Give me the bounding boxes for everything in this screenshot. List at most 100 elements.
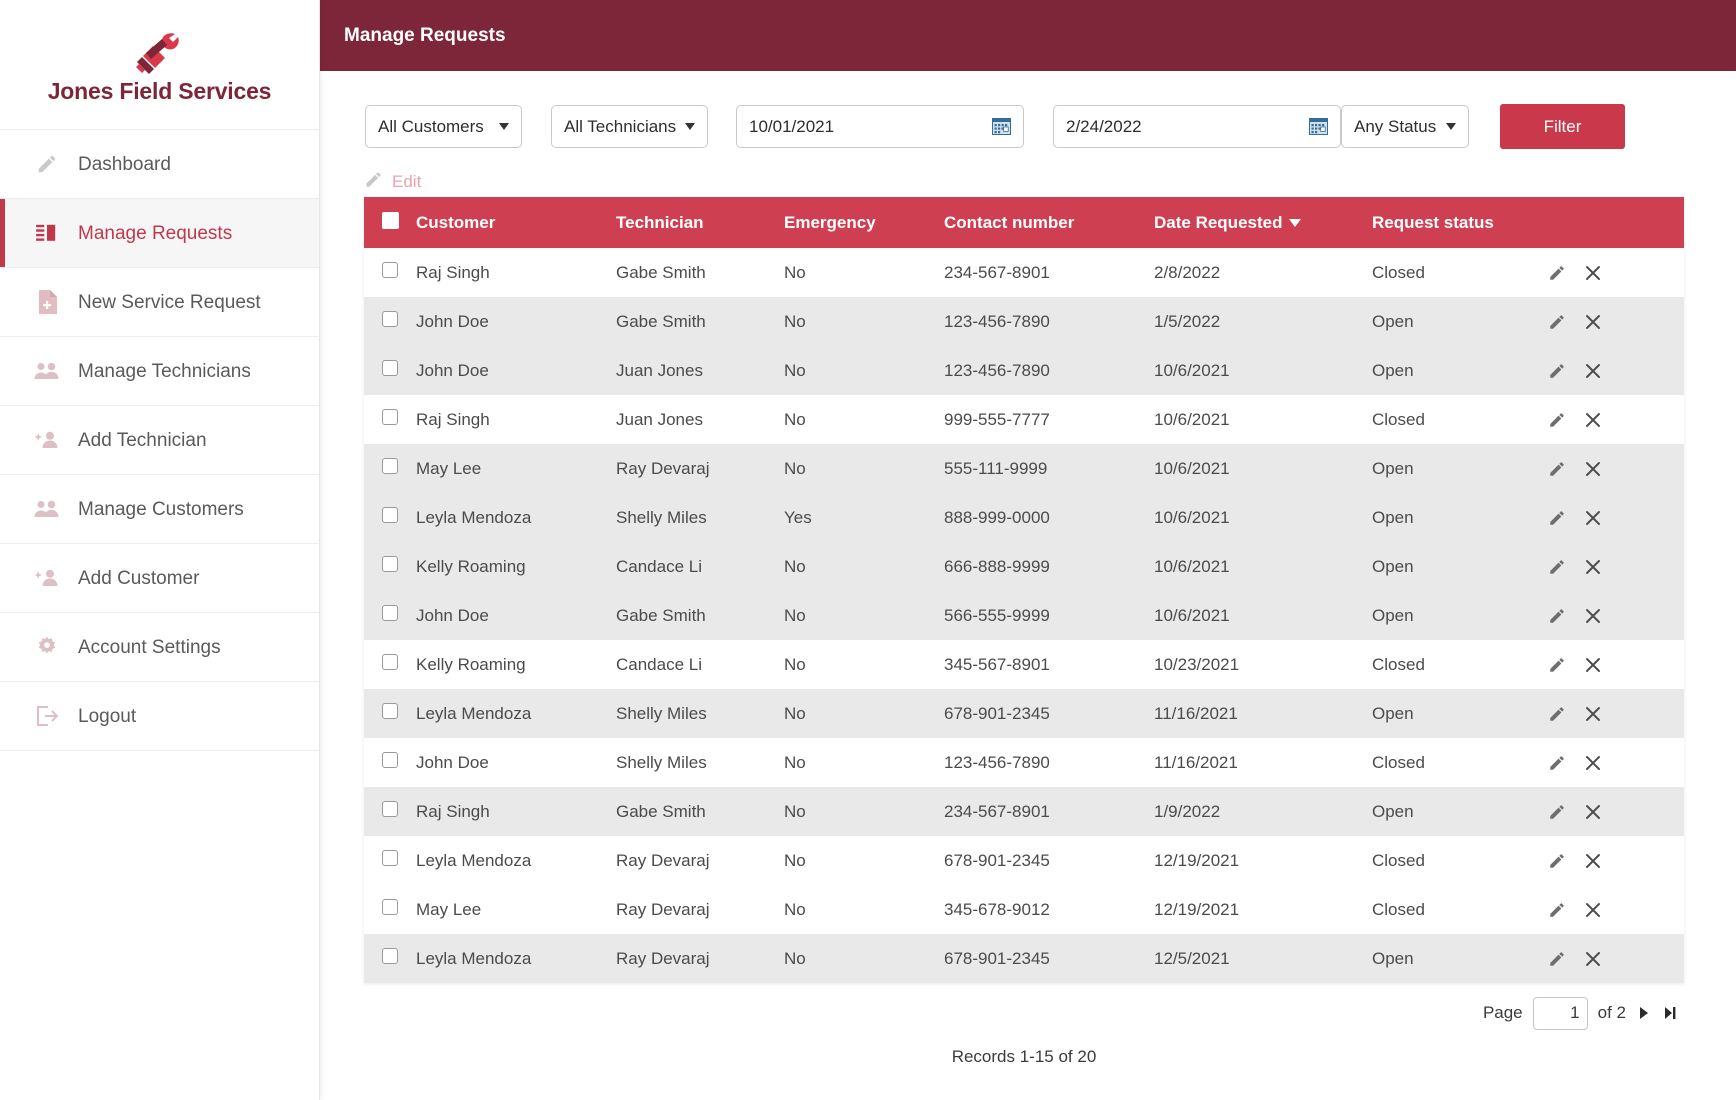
- technician-select[interactable]: All Technicians: [551, 105, 708, 148]
- row-checkbox[interactable]: [382, 752, 398, 768]
- date-to-input[interactable]: 2/24/2022: [1053, 105, 1341, 148]
- row-delete-close-x-icon[interactable]: [1584, 460, 1602, 478]
- row-delete-close-x-icon[interactable]: [1584, 950, 1602, 968]
- row-checkbox[interactable]: [382, 948, 398, 964]
- row-select-cell[interactable]: [364, 787, 416, 836]
- row-select-cell[interactable]: [364, 836, 416, 885]
- row-edit-pencil-icon[interactable]: [1548, 901, 1566, 919]
- row-checkbox[interactable]: [382, 556, 398, 572]
- table-row[interactable]: Leyla Mendoza Shelly Miles Yes 888-999-0000…: [364, 493, 1684, 542]
- column-header-technician[interactable]: Technician: [616, 197, 784, 248]
- row-checkbox[interactable]: [382, 605, 398, 621]
- row-delete-close-x-icon[interactable]: [1584, 264, 1602, 282]
- row-select-cell[interactable]: [364, 297, 416, 346]
- sidebar-item-manage-technicians[interactable]: Manage Technicians: [0, 337, 319, 406]
- row-edit-pencil-icon[interactable]: [1548, 950, 1566, 968]
- row-checkbox[interactable]: [382, 899, 398, 915]
- column-header-contact-number[interactable]: Contact number: [944, 197, 1154, 248]
- table-row[interactable]: May Lee Ray Devaraj No 555-111-9999 10/6/202…: [364, 444, 1684, 493]
- row-edit-pencil-icon[interactable]: [1548, 460, 1566, 478]
- row-checkbox[interactable]: [382, 458, 398, 474]
- row-delete-close-x-icon[interactable]: [1584, 362, 1602, 380]
- row-edit-pencil-icon[interactable]: [1548, 313, 1566, 331]
- column-header-request-status[interactable]: Request status: [1372, 197, 1542, 248]
- date-from-input[interactable]: 10/01/2021: [736, 105, 1024, 148]
- edit-button[interactable]: Edit: [364, 170, 421, 194]
- row-select-cell[interactable]: [364, 738, 416, 787]
- row-edit-pencil-icon[interactable]: [1548, 705, 1566, 723]
- select-all-header[interactable]: [364, 197, 416, 248]
- column-header-customer[interactable]: Customer: [416, 197, 616, 248]
- sidebar-item-manage-customers[interactable]: Manage Customers: [0, 475, 319, 544]
- sidebar-item-add-customer[interactable]: Add Customer: [0, 544, 319, 613]
- row-edit-pencil-icon[interactable]: [1548, 509, 1566, 527]
- row-edit-pencil-icon[interactable]: [1548, 852, 1566, 870]
- table-row[interactable]: Raj Singh Juan Jones No 999-555-7777 10/6/20…: [364, 395, 1684, 444]
- row-edit-pencil-icon[interactable]: [1548, 803, 1566, 821]
- row-edit-pencil-icon[interactable]: [1548, 558, 1566, 576]
- row-select-cell[interactable]: [364, 346, 416, 395]
- row-checkbox[interactable]: [382, 311, 398, 327]
- row-checkbox[interactable]: [382, 850, 398, 866]
- table-row[interactable]: Leyla Mendoza Ray Devaraj No 678-901-2345 12…: [364, 836, 1684, 885]
- row-delete-close-x-icon[interactable]: [1584, 705, 1602, 723]
- row-edit-pencil-icon[interactable]: [1548, 607, 1566, 625]
- row-select-cell[interactable]: [364, 934, 416, 983]
- sidebar-item-logout[interactable]: Logout: [0, 682, 319, 751]
- calendar-icon[interactable]: [1309, 117, 1328, 136]
- sidebar-item-manage-requests[interactable]: Manage Requests: [0, 199, 319, 268]
- customer-select[interactable]: All Customers: [365, 105, 522, 148]
- table-row[interactable]: John Doe Gabe Smith No 566-555-9999 10/6/202…: [364, 591, 1684, 640]
- row-select-cell[interactable]: [364, 542, 416, 591]
- row-edit-pencil-icon[interactable]: [1548, 362, 1566, 380]
- row-delete-close-x-icon[interactable]: [1584, 803, 1602, 821]
- sidebar-item-add-technician[interactable]: Add Technician: [0, 406, 319, 475]
- sidebar-item-new-service-request[interactable]: New Service Request: [0, 268, 319, 337]
- row-delete-close-x-icon[interactable]: [1584, 901, 1602, 919]
- row-edit-pencil-icon[interactable]: [1548, 754, 1566, 772]
- row-delete-close-x-icon[interactable]: [1584, 852, 1602, 870]
- row-select-cell[interactable]: [364, 248, 416, 297]
- table-row[interactable]: John Doe Gabe Smith No 123-456-7890 1/5/2022…: [364, 297, 1684, 346]
- table-row[interactable]: Raj Singh Gabe Smith No 234-567-8901 1/9/202…: [364, 787, 1684, 836]
- table-row[interactable]: Raj Singh Gabe Smith No 234-567-8901 2/8/202…: [364, 248, 1684, 297]
- page-number-input[interactable]: [1532, 996, 1588, 1030]
- column-header-date-requested[interactable]: Date Requested: [1154, 197, 1372, 248]
- calendar-icon[interactable]: [992, 117, 1011, 136]
- row-delete-close-x-icon[interactable]: [1584, 558, 1602, 576]
- table-row[interactable]: Leyla Mendoza Ray Devaraj No 678-901-2345 12…: [364, 934, 1684, 983]
- row-delete-close-x-icon[interactable]: [1584, 509, 1602, 527]
- row-checkbox[interactable]: [382, 409, 398, 425]
- table-row[interactable]: Kelly Roaming Candace Li No 666-888-9999 10/…: [364, 542, 1684, 591]
- select-all-checkbox[interactable]: [382, 211, 399, 229]
- row-select-cell[interactable]: [364, 885, 416, 934]
- filter-button[interactable]: Filter: [1500, 104, 1625, 149]
- row-checkbox[interactable]: [382, 360, 398, 376]
- column-header-emergency[interactable]: Emergency: [784, 197, 944, 248]
- row-select-cell[interactable]: [364, 395, 416, 444]
- row-checkbox[interactable]: [382, 262, 398, 278]
- table-row[interactable]: Leyla Mendoza Shelly Miles No 678-901-2345 1…: [364, 689, 1684, 738]
- row-checkbox[interactable]: [382, 703, 398, 719]
- row-checkbox[interactable]: [382, 801, 398, 817]
- sidebar-item-dashboard[interactable]: Dashboard: [0, 130, 319, 199]
- table-row[interactable]: May Lee Ray Devaraj No 345-678-9012 12/19/20…: [364, 885, 1684, 934]
- last-page-icon[interactable]: [1662, 1005, 1678, 1021]
- status-select[interactable]: Any Status: [1341, 105, 1469, 148]
- row-select-cell[interactable]: [364, 493, 416, 542]
- sidebar-item-account-settings[interactable]: Account Settings: [0, 613, 319, 682]
- row-delete-close-x-icon[interactable]: [1584, 656, 1602, 674]
- row-checkbox[interactable]: [382, 654, 398, 670]
- row-select-cell[interactable]: [364, 640, 416, 689]
- row-delete-close-x-icon[interactable]: [1584, 313, 1602, 331]
- table-row[interactable]: John Doe Shelly Miles No 123-456-7890 11/16/…: [364, 738, 1684, 787]
- table-row[interactable]: Kelly Roaming Candace Li No 345-567-8901 10/…: [364, 640, 1684, 689]
- next-page-icon[interactable]: [1636, 1005, 1652, 1021]
- row-edit-pencil-icon[interactable]: [1548, 264, 1566, 282]
- row-delete-close-x-icon[interactable]: [1584, 411, 1602, 429]
- row-edit-pencil-icon[interactable]: [1548, 411, 1566, 429]
- row-select-cell[interactable]: [364, 689, 416, 738]
- row-select-cell[interactable]: [364, 591, 416, 640]
- row-edit-pencil-icon[interactable]: [1548, 656, 1566, 674]
- table-row[interactable]: John Doe Juan Jones No 123-456-7890 10/6/202…: [364, 346, 1684, 395]
